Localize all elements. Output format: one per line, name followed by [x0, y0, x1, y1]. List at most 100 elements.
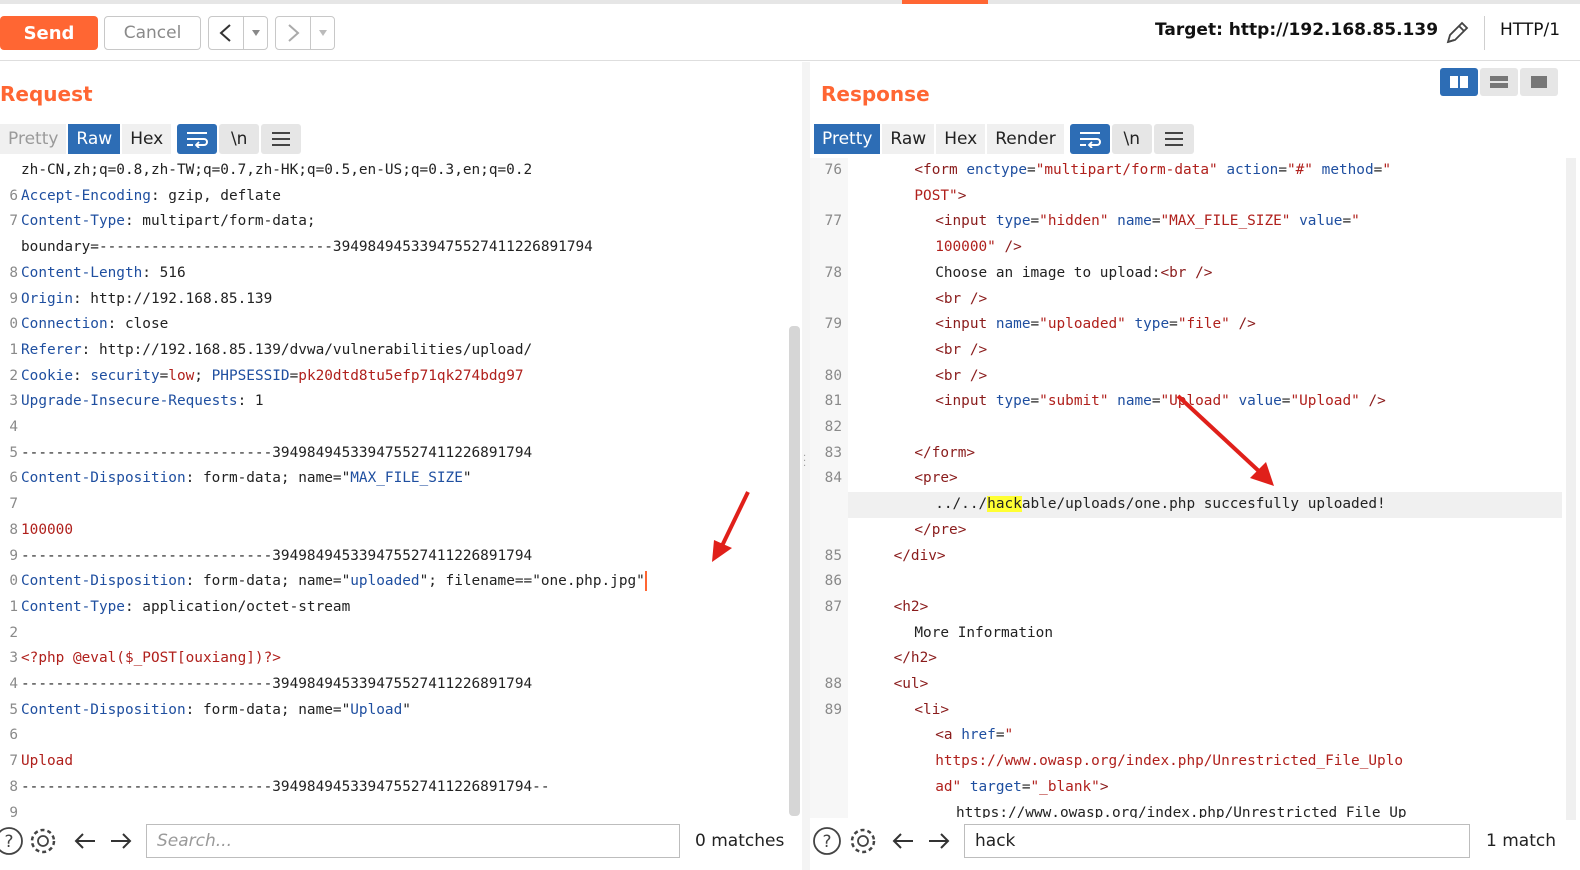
layout-single-button[interactable]	[1520, 68, 1558, 96]
send-button[interactable]: Send	[0, 16, 98, 50]
response-scrollbar[interactable]	[1566, 158, 1576, 820]
search-next-button[interactable]	[922, 824, 956, 858]
line-number: 5	[9, 444, 18, 461]
arrow-left-icon	[74, 833, 95, 849]
help-button[interactable]: ?	[0, 824, 26, 858]
code-token: "	[402, 701, 411, 718]
history-forward-dropdown[interactable]	[310, 17, 334, 49]
tab-hex[interactable]: Hex	[936, 124, 986, 154]
tab-pretty[interactable]: Pretty	[814, 124, 881, 154]
code-line: 4	[0, 415, 788, 441]
code-text: 100000" />	[935, 235, 1022, 261]
history-back-button[interactable]	[209, 17, 243, 49]
layout-rows-button[interactable]	[1480, 68, 1518, 96]
code-text: Connection: close	[21, 312, 168, 338]
tab-render[interactable]: Render	[987, 124, 1064, 154]
line-number: 6	[9, 470, 18, 487]
line-number: 7	[9, 753, 18, 770]
code-token: <br />	[935, 341, 988, 358]
show-newlines-toggle[interactable]: \n	[219, 124, 260, 154]
code-line: ad" target="_blank">	[810, 775, 1562, 801]
request-menu-button[interactable]	[261, 124, 302, 154]
line-number: 86	[824, 573, 842, 590]
search-settings-button[interactable]	[846, 824, 880, 858]
tab-raw[interactable]: Raw	[68, 124, 121, 154]
cancel-button[interactable]: Cancel	[104, 16, 201, 50]
response-menu-button[interactable]	[1153, 124, 1194, 154]
word-wrap-toggle[interactable]	[177, 124, 218, 154]
code-token: type	[1134, 316, 1170, 333]
request-panel: Request Pretty Raw Hex \n zh-CN,zh;q=0.8…	[0, 62, 802, 870]
code-line: 8 100000	[0, 518, 788, 544]
line-number: 1	[9, 341, 18, 358]
code-token: <pre>	[914, 470, 958, 487]
request-match-count: 0 matches	[695, 831, 785, 851]
active-tab-indicator	[902, 0, 988, 4]
code-token: -----------------------------39498494533…	[21, 778, 550, 795]
layout-single-icon	[1531, 76, 1547, 88]
code-token: <br />	[1160, 264, 1213, 281]
edit-target-button[interactable]	[1442, 18, 1472, 48]
history-forward-button[interactable]	[276, 17, 310, 49]
code-token: =	[159, 367, 169, 384]
code-line: 2	[0, 621, 788, 647]
code-line: 1 Content-Type: application/octet-stream	[0, 595, 788, 621]
line-number: 4	[9, 676, 18, 692]
history-back-dropdown[interactable]	[243, 17, 267, 49]
line-number: 3	[9, 650, 18, 667]
code-token: Content-Disposition	[21, 573, 186, 590]
word-wrap-icon	[187, 132, 209, 148]
line-number: 9	[9, 547, 18, 564]
search-previous-button[interactable]	[68, 824, 102, 858]
code-text: boundary=---------------------------3949…	[21, 235, 593, 261]
menu-icon	[1164, 132, 1183, 146]
code-line: 5 Content-Disposition: form-data; name="U…	[0, 698, 788, 724]
code-token: -----------------------------39498494533…	[21, 676, 533, 692]
help-icon: ?	[813, 827, 841, 855]
settings-icon	[850, 828, 876, 854]
code-token: Content-Type	[21, 213, 125, 230]
code-line: https://www.owasp.org/index.php/Unrestri…	[810, 801, 1562, 819]
tab-raw[interactable]: Raw	[882, 124, 935, 154]
chevron-right-icon	[288, 24, 300, 42]
code-token: />	[1238, 316, 1256, 333]
code-line: ../../hackable/uploads/one.php succesful…	[810, 492, 1562, 518]
code-token: <input	[935, 393, 996, 410]
code-token: Content-Length	[21, 264, 143, 281]
search-next-button[interactable]	[104, 824, 138, 858]
code-line: boundary=---------------------------3949…	[0, 235, 788, 261]
code-line: 7	[0, 492, 788, 518]
code-line: 5 -----------------------------3949849453…	[0, 441, 788, 467]
code-token: 100000"	[935, 239, 996, 256]
code-text: ad" target="_blank">	[935, 775, 1108, 801]
search-settings-button[interactable]	[26, 824, 60, 858]
show-newlines-toggle[interactable]: \n	[1111, 124, 1152, 154]
code-token: able/uploads/one.php succesfully uploade…	[1021, 496, 1386, 513]
tab-pretty[interactable]: Pretty	[0, 124, 67, 154]
code-token: MAX_FILE_SIZE	[350, 470, 463, 487]
code-line: POST">	[810, 184, 1562, 210]
help-button[interactable]: ?	[810, 824, 844, 858]
request-editor[interactable]: zh-CN,zh;q=0.8,zh-TW;q=0.7,zh-HK;q=0.5,e…	[0, 158, 788, 870]
code-text: <pre>	[914, 466, 957, 492]
code-text: POST">	[914, 184, 966, 210]
request-scrollbar[interactable]	[789, 326, 800, 816]
word-wrap-toggle[interactable]	[1069, 124, 1110, 154]
layout-split-button[interactable]	[1440, 68, 1478, 96]
response-search-input[interactable]	[964, 824, 1470, 858]
line-number: 7	[9, 496, 18, 513]
panel-splitter[interactable]: · · ·	[802, 62, 810, 870]
code-line: 8 -----------------------------3949849453…	[0, 775, 788, 801]
code-text: Choose an image to upload:<br />	[935, 261, 1212, 287]
code-text: zh-CN,zh;q=0.8,zh-TW;q=0.7,zh-HK;q=0.5,e…	[21, 158, 532, 184]
code-token: enctype	[966, 162, 1028, 178]
request-search-input[interactable]	[146, 824, 680, 858]
tab-hex[interactable]: Hex	[122, 124, 172, 154]
line-number: 89	[824, 701, 842, 718]
code-text: 100000	[21, 518, 73, 544]
code-line: 85 </div>	[810, 544, 1562, 570]
code-token: : http://192.168.85.139	[72, 290, 273, 307]
search-previous-button[interactable]	[886, 824, 920, 858]
